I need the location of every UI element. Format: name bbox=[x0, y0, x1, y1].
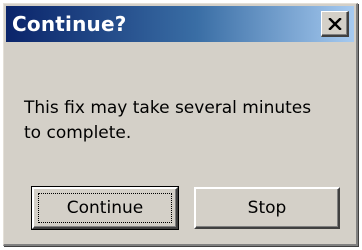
stop-button-label: Stop bbox=[247, 198, 287, 218]
close-x-icon bbox=[327, 17, 342, 30]
continue-button[interactable]: Continue bbox=[31, 186, 179, 230]
continue-dialog: Continue? This fix may take several minu… bbox=[3, 3, 358, 246]
dialog-message: This fix may take several minutes to com… bbox=[24, 96, 354, 146]
dialog-title: Continue? bbox=[12, 12, 127, 36]
continue-button-label: Continue bbox=[66, 198, 144, 218]
close-button[interactable] bbox=[321, 11, 349, 37]
title-bar[interactable]: Continue? bbox=[6, 6, 354, 42]
message-line-2: to complete. bbox=[24, 123, 132, 143]
stop-button[interactable]: Stop bbox=[194, 187, 340, 229]
message-line-1: This fix may take several minutes bbox=[24, 98, 312, 118]
